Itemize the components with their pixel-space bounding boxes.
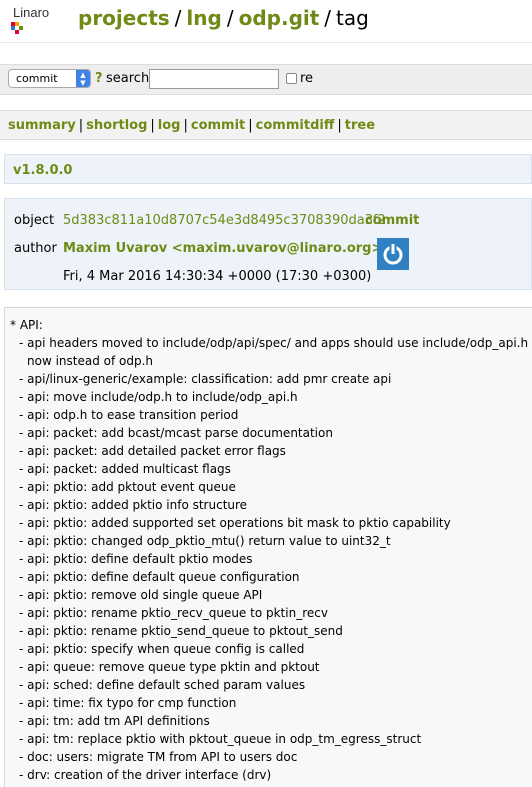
regex-checkbox[interactable] [286,73,297,84]
breadcrumb-lng[interactable]: lng [186,6,221,30]
tag-message: * API: - api headers moved to include/odp… [4,307,532,787]
search-bar: commit ▲ ▼ ? search: re [0,64,532,95]
message-line: - api: pktio: define default pktio modes [19,552,253,566]
object-commit-link[interactable]: commit [365,213,419,228]
message-line: - doc: users: migrate TM from API to use… [19,750,298,764]
page-header: Linaro projects / lng / odp.git / tag [0,0,532,43]
search-label: search: [106,71,154,86]
message-line: - api: queue: remove queue type pktin an… [19,660,320,674]
message-line: - api: pktio: added pktio info structure [19,498,248,512]
message-line: - api: pktio: specify when queue config … [19,642,305,656]
message-line: - api: sched: define default sched param… [19,678,306,692]
object-label: object [14,213,55,228]
nav-tree[interactable]: tree [345,118,375,133]
page-nav: summary | shortlog | log | commit | commitdiff | t… [0,110,532,140]
select-arrows-icon: ▲ ▼ [76,70,90,87]
message-line: - api: packet: add bcast/mcast parse doc… [19,426,333,440]
linaro-logo[interactable]: Linaro [6,2,62,36]
message-line: - api: packet: added multicast flags [19,462,231,476]
message-line: - api: tm: add tm API definitions [19,714,210,728]
avatar [377,238,409,270]
breadcrumb: projects / lng / odp.git / tag [78,6,369,30]
logo-text: Linaro [13,5,50,20]
tag-title-box: v1.8.0.0 [4,154,532,184]
message-line: * API: [10,318,43,332]
tag-date: Fri, 4 Mar 2016 14:30:34 +0000 (17:30 +0… [63,269,372,284]
message-line: - drv: creation of the driver interface … [19,768,272,782]
breadcrumb-projects[interactable]: projects [78,6,170,30]
author-link[interactable]: Maxim Uvarov <maxim.uvarov@linaro.org> [63,241,382,256]
object-hash-link[interactable]: 5d383c811a10d8707c54e3d8495c3708390da3f2 [63,213,386,228]
message-line: - api: move include/odp.h to include/odp… [19,390,298,404]
tag-name[interactable]: v1.8.0.0 [13,163,72,178]
message-line: - api: pktio: remove old single queue AP… [19,588,263,602]
search-type-value: commit [16,72,58,85]
message-line: - api: odp.h to ease transition period [19,408,239,422]
regex-label: re [300,71,314,86]
author-label: author [14,241,57,256]
message-line: - api: packet: add detailed packet error… [19,444,286,458]
nav-commit[interactable]: commit [191,118,245,133]
message-line: - api: pktio: rename pktio_send_queue to… [19,624,343,638]
nav-summary[interactable]: summary [8,118,76,133]
nav-commitdiff[interactable]: commitdiff [256,118,335,133]
tag-meta: object 5d383c811a10d8707c54e3d8495c37083… [4,198,532,290]
breadcrumb-current: tag [336,6,369,30]
message-line: - api: pktio: changed odp_pktio_mtu() re… [19,534,391,548]
message-line: now instead of odp.h [27,354,154,368]
message-line: - api: pktio: rename pktio_recv_queue to… [19,606,328,620]
search-input[interactable] [149,69,279,89]
message-line: - api: pktio: add pktout event queue [19,480,236,494]
message-line: - api: pktio: define default queue confi… [19,570,300,584]
message-line: - api/linux-generic/example: classificat… [19,372,392,386]
breadcrumb-odp-git[interactable]: odp.git [239,6,320,30]
message-line: - api headers moved to include/odp/api/s… [19,336,529,350]
nav-log[interactable]: log [158,118,181,133]
message-line: - api: tm: replace pktio with pktout_que… [19,732,422,746]
message-line: - api: time: fix typo for cmp function [19,696,237,710]
logo-mark-icon [11,22,23,34]
search-help-link[interactable]: ? [95,71,103,86]
message-line: - api: pktio: added supported set operat… [19,516,451,530]
power-icon [383,243,403,265]
search-type-select[interactable]: commit ▲ ▼ [8,69,91,88]
nav-shortlog[interactable]: shortlog [86,118,147,133]
